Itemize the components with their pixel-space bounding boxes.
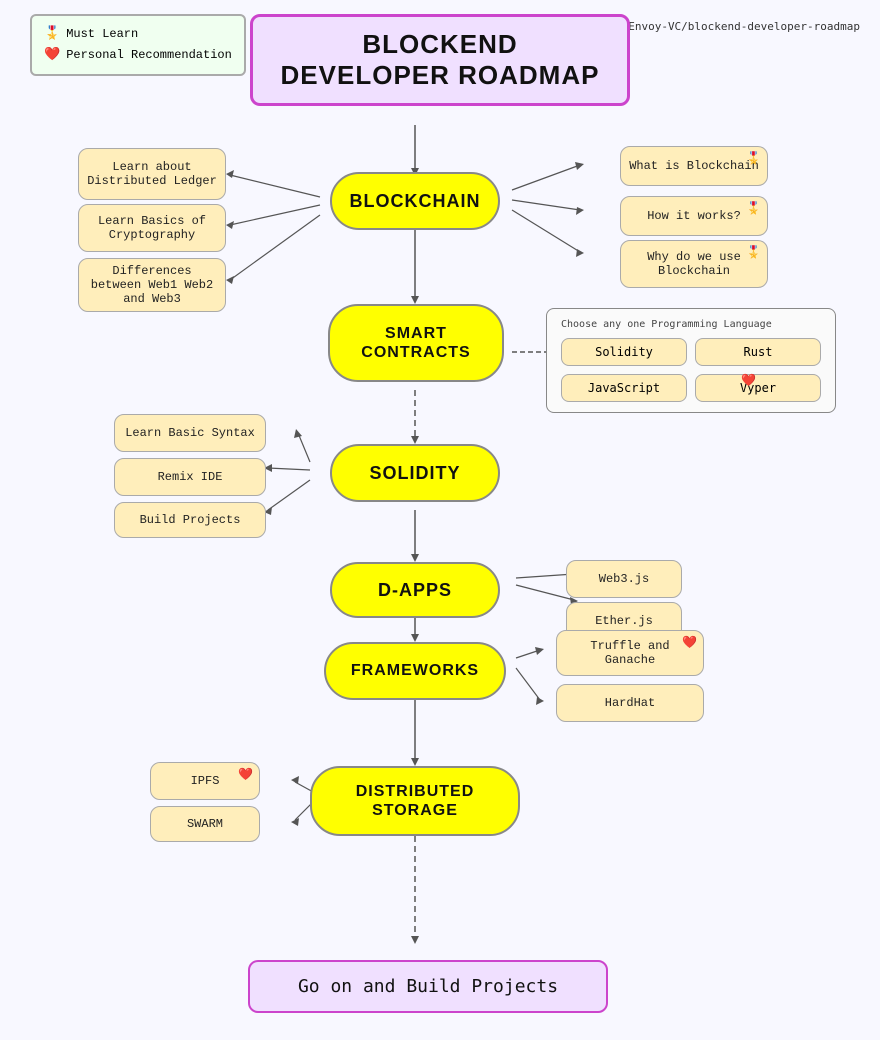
- title-line2: DEVELOPER ROADMAP: [263, 60, 617, 91]
- distributed-left-2: SWARM: [150, 806, 260, 842]
- frameworks-right-2: HardHat: [556, 684, 704, 722]
- choice-javascript: JavaScript: [561, 374, 687, 402]
- blockchain-right-2: 🎖️ How it works?: [620, 196, 768, 236]
- solidity-left-1: Learn Basic Syntax: [114, 414, 266, 452]
- final-text: Go on and Build Projects: [298, 976, 558, 997]
- github-link: ⚙ Envoy-VC/blockend-developer-roadmap: [615, 20, 860, 33]
- blockchain-left-2: Learn Basics of Cryptography: [78, 204, 226, 252]
- legend-box: 🎖️ Must Learn ❤️ Personal Recommendation: [30, 14, 246, 76]
- blockchain-right-1: 🎖️ What is Blockchain: [620, 146, 768, 186]
- final-box: Go on and Build Projects: [248, 960, 608, 1013]
- ribbon-icon: 🎖️: [44, 24, 60, 45]
- legend-personal: ❤️ Personal Recommendation: [44, 45, 232, 66]
- solidity-left-3: Build Projects: [114, 502, 266, 538]
- heart-icon: ❤️: [44, 45, 60, 66]
- blockchain-left-3: Differences between Web1 Web2 and Web3: [78, 258, 226, 312]
- legend-must-label: Must Learn: [66, 25, 138, 44]
- choice-container: Choose any one Programming Language Soli…: [546, 308, 836, 413]
- distributed-storage-node: DISTRIBUTED STORAGE: [310, 766, 520, 836]
- blockchain-left-1: Learn about Distributed Ledger: [78, 148, 226, 200]
- blockchain-node: BLOCKCHAIN: [330, 172, 500, 230]
- choice-solidity: Solidity: [561, 338, 687, 366]
- legend-personal-label: Personal Recommendation: [66, 46, 232, 65]
- dapps-node: D-APPS: [330, 562, 500, 618]
- choice-grid: Solidity Rust JavaScript ❤️ Vyper: [561, 338, 821, 402]
- page: 🎖️ Must Learn ❤️ Personal Recommendation…: [0, 0, 880, 1040]
- frameworks-right-1: ❤️ Truffle and Ganache: [556, 630, 704, 676]
- legend-must-learn: 🎖️ Must Learn: [44, 24, 232, 45]
- title-line1: BLOCKEND: [263, 29, 617, 60]
- solidity-left-2: Remix IDE: [114, 458, 266, 496]
- smart-contracts-node: SMART CONTRACTS: [328, 304, 504, 382]
- frameworks-node: FRAMEWORKS: [324, 642, 506, 700]
- choice-label: Choose any one Programming Language: [561, 319, 821, 330]
- github-text: Envoy-VC/blockend-developer-roadmap: [628, 20, 860, 33]
- choice-vyper: ❤️ Vyper: [695, 374, 821, 402]
- dapps-right-1: Web3.js: [566, 560, 682, 598]
- solidity-node: SOLIDITY: [330, 444, 500, 502]
- title-box: BLOCKEND DEVELOPER ROADMAP: [250, 14, 630, 106]
- distributed-left-1: ❤️ IPFS: [150, 762, 260, 800]
- blockchain-right-3: 🎖️ Why do we use Blockchain: [620, 240, 768, 288]
- choice-rust: Rust: [695, 338, 821, 366]
